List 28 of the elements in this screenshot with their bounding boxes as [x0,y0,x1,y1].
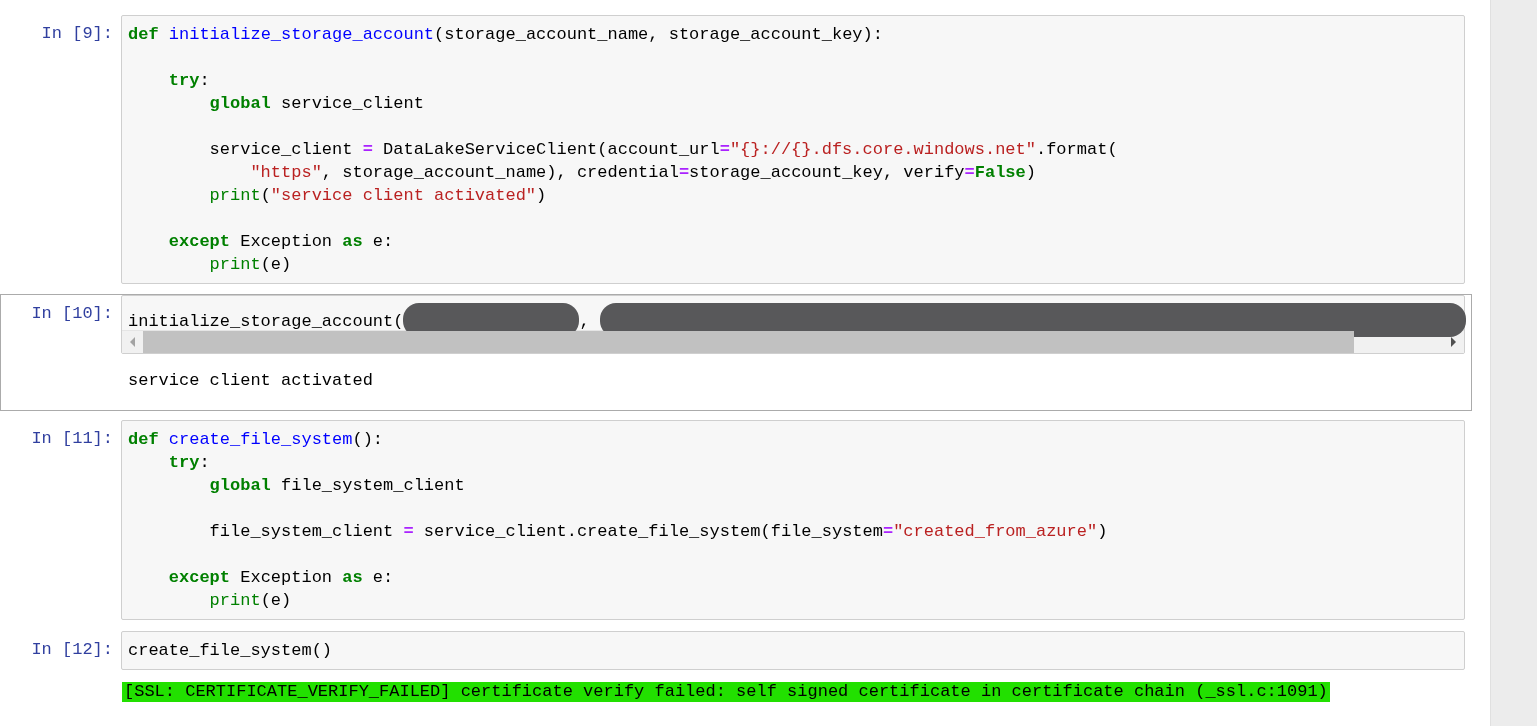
code-line: create_file_system() [128,640,334,662]
code-line: print("service client activated") [208,185,548,207]
code-text: , [579,312,591,331]
code-line: try: [167,452,211,474]
code-line: file_system_client = service_client.create_file_system(file_system="created_from_azure") [208,521,1109,543]
cell-prompt: In [9]: [40,23,114,45]
code-input[interactable]: def create_file_system(): try: global file_system_client file_system_client = service_client.create_file_system(file_system="created_from_azure") except Exception as e: print(e) [121,420,1465,620]
code-line: global service_client [208,93,425,115]
code-text: initialize_storage_account( [128,312,404,331]
code-line: print(e) [208,590,293,612]
code-line: def create_file_system(): [128,429,385,451]
cell-prompt: In [10]: [30,303,114,325]
cell-prompt: In [12]: [30,639,114,661]
code-input[interactable]: initialize_storage_account( , [121,295,1465,354]
code-line: global file_system_client [208,475,466,497]
code-input[interactable] [121,15,1465,284]
highlighted-output-text: [SSL: CERTIFICATE_VERIFY_FAILED] certificate verify failed: self signed certificate in certificate chain (_ssl.c:1091) [122,682,1330,702]
code-line: def initialize_storage_account(storage_account_name, storage_account_key): [128,24,884,46]
cell-prompt: In [11]: [30,428,114,450]
code-line: except Exception as e: [167,567,395,589]
horizontal-scrollbar[interactable] [122,330,1464,353]
code-line: try: [167,70,211,92]
code-line: "https", storage_account_name), credential=storage_account_key, verify=False) [249,162,1037,184]
code-line: print(e) [208,254,293,276]
code-input[interactable]: create_file_system() [121,631,1465,670]
code-line: service_client = DataLakeServiceClient(account_url="{}://{}.dfs.core.windows.net".format( [208,139,1119,161]
output-text: service client activated [128,371,373,390]
code-line: except Exception as e: [167,231,395,253]
